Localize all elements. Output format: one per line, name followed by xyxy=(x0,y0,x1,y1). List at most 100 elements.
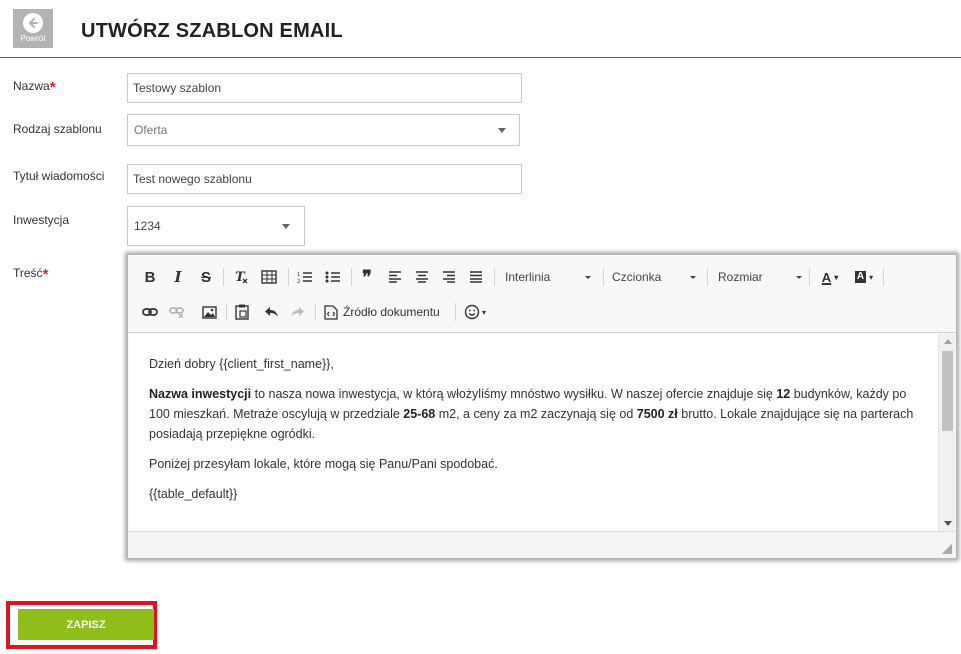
chevron-down-icon xyxy=(498,127,506,133)
scroll-thumb[interactable] xyxy=(942,351,953,431)
source-label: Źródło dokumentu xyxy=(343,305,440,319)
scroll-down-icon[interactable] xyxy=(944,521,952,526)
toolbar-separator xyxy=(883,268,884,286)
bg-color-icon: A xyxy=(854,271,867,283)
unlink-button[interactable] xyxy=(168,303,186,321)
align-justify-button[interactable] xyxy=(467,268,485,286)
template-type-value: Oferta xyxy=(134,123,168,137)
template-type-label: Rodzaj szablonu xyxy=(13,122,102,136)
line-height-dropdown[interactable]: Interlinia xyxy=(505,268,595,286)
back-label: Powrót xyxy=(20,34,46,43)
table-button[interactable] xyxy=(260,268,278,286)
link-icon xyxy=(142,308,158,316)
name-label: Nazwa* xyxy=(13,79,56,96)
toolbar-separator xyxy=(351,268,352,286)
align-justify-icon xyxy=(470,271,482,283)
subject-input[interactable] xyxy=(127,164,522,194)
redo-icon xyxy=(290,307,304,317)
required-asterisk-icon: * xyxy=(49,79,56,96)
strikethrough-button[interactable]: S xyxy=(198,268,214,286)
align-left-icon xyxy=(389,271,401,283)
numbered-list-icon: 12 xyxy=(297,272,312,284)
text-color-icon: A xyxy=(821,269,832,285)
table-icon xyxy=(261,270,277,284)
chevron-down-icon: ▾ xyxy=(834,272,839,282)
chevron-down-icon xyxy=(796,276,802,279)
chevron-down-icon xyxy=(585,276,591,279)
bullet-list-icon xyxy=(325,271,340,283)
editor-toolbar: B I S T 12 ❞ Interlinia Czcionka Rozmiar… xyxy=(128,255,956,333)
title-divider xyxy=(0,57,961,58)
unlink-icon xyxy=(169,307,184,318)
quote-icon: ❞ xyxy=(362,266,372,287)
source-button[interactable]: Źródło dokumentu xyxy=(324,303,452,321)
link-button[interactable] xyxy=(141,303,159,321)
toolbar-separator xyxy=(226,303,227,321)
italic-button[interactable]: I xyxy=(170,268,186,286)
emoji-button[interactable]: ▾ xyxy=(461,303,489,321)
chevron-down-icon: ▾ xyxy=(481,307,486,317)
chevron-down-icon xyxy=(690,276,696,279)
toolbar-separator xyxy=(707,268,708,286)
align-left-button[interactable] xyxy=(386,268,404,286)
svg-text:T: T xyxy=(235,270,246,285)
svg-text:2: 2 xyxy=(297,279,300,284)
rich-text-editor: B I S T 12 ❞ Interlinia Czcionka Rozmiar… xyxy=(127,254,957,559)
redo-button[interactable] xyxy=(288,303,306,321)
size-dropdown[interactable]: Rozmiar xyxy=(718,268,806,286)
clipboard-icon xyxy=(235,304,249,320)
investment-label: Inwestycja xyxy=(13,213,70,227)
line-height-label: Interlinia xyxy=(505,270,551,284)
text-color-button[interactable]: A ▾ xyxy=(816,268,844,286)
save-highlight: ZAPISZ xyxy=(6,601,157,649)
toolbar-separator xyxy=(603,268,604,286)
save-button[interactable]: ZAPISZ xyxy=(18,609,154,640)
investment-select[interactable]: 1234 xyxy=(127,206,305,246)
toolbar-separator xyxy=(315,303,316,321)
required-asterisk-icon: * xyxy=(42,266,49,283)
editor-content[interactable]: Dzień dobry {{client_first_name}}, Nazwa… xyxy=(129,334,939,531)
editor-statusbar xyxy=(128,531,956,558)
content-paragraph: Nazwa inwestycji to nasza nowa inwestycj… xyxy=(149,387,914,441)
chevron-down-icon: ▾ xyxy=(869,272,874,282)
image-icon xyxy=(201,305,217,319)
chevron-down-icon xyxy=(282,223,290,229)
font-dropdown[interactable]: Czcionka xyxy=(612,268,700,286)
subject-label: Tytuł wiadomości xyxy=(13,169,105,183)
bg-color-button[interactable]: A ▾ xyxy=(850,268,878,286)
investment-value: 1234 xyxy=(134,219,161,233)
content-paragraph: Dzień dobry {{client_first_name}}, xyxy=(149,357,334,371)
resize-handle-icon[interactable] xyxy=(942,544,952,554)
align-right-icon xyxy=(443,271,455,283)
size-label: Rozmiar xyxy=(718,270,763,284)
paste-from-word-button[interactable] xyxy=(233,303,251,321)
template-type-select[interactable]: Oferta xyxy=(127,114,520,146)
content-paragraph: {{table_default}} xyxy=(149,487,238,501)
arrow-left-icon xyxy=(23,13,43,33)
toolbar-separator xyxy=(223,268,224,286)
name-input[interactable] xyxy=(127,73,522,103)
numbered-list-button[interactable]: 12 xyxy=(296,268,314,286)
blockquote-button[interactable]: ❞ xyxy=(358,266,376,287)
source-icon xyxy=(324,304,338,320)
image-button[interactable] xyxy=(200,303,218,321)
smiley-icon xyxy=(464,304,480,320)
content-paragraph: Poniżej przesyłam lokale, które mogą się… xyxy=(149,457,498,471)
editor-scrollbar[interactable] xyxy=(938,334,955,531)
undo-button[interactable] xyxy=(262,303,280,321)
remove-format-button[interactable]: T xyxy=(232,268,250,286)
toolbar-separator xyxy=(809,268,810,286)
toolbar-separator xyxy=(288,268,289,286)
undo-icon xyxy=(264,307,278,317)
body-label: Treść* xyxy=(13,266,49,283)
remove-format-icon: T xyxy=(235,270,248,285)
bold-button[interactable]: B xyxy=(142,268,158,286)
scroll-up-icon[interactable] xyxy=(944,339,952,344)
page-title: UTWÓRZ SZABLON EMAIL xyxy=(81,20,343,42)
align-right-button[interactable] xyxy=(440,268,458,286)
bullet-list-button[interactable] xyxy=(324,268,342,286)
svg-text:1: 1 xyxy=(297,272,300,278)
back-button[interactable]: Powrót xyxy=(13,9,53,48)
align-center-button[interactable] xyxy=(413,268,431,286)
toolbar-separator xyxy=(455,303,456,321)
